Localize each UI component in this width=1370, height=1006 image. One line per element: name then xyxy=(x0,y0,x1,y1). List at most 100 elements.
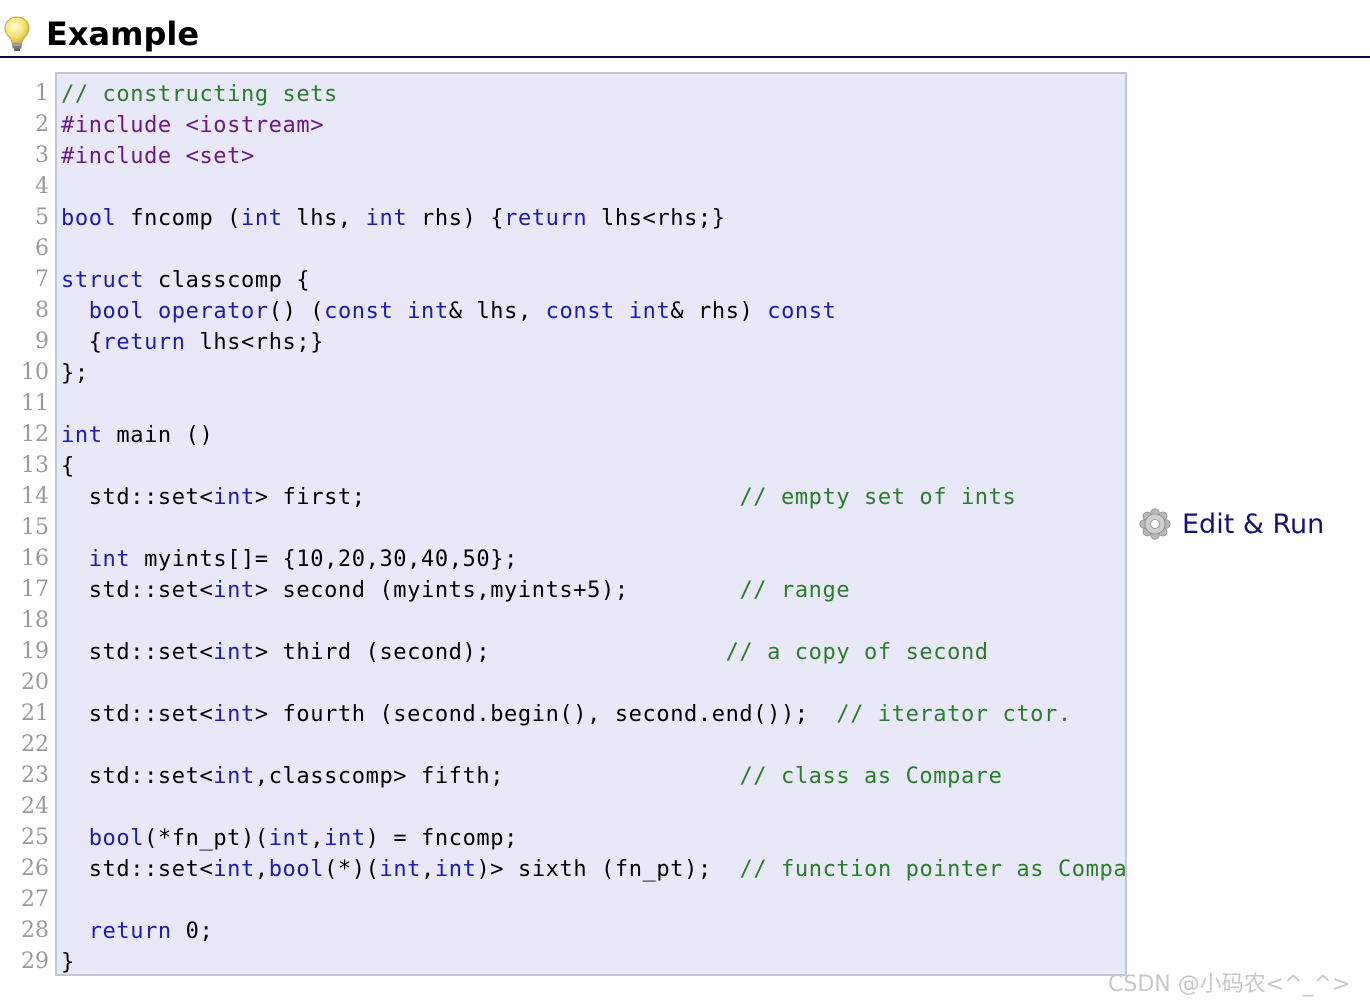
code-token: ,classcomp> fifth; xyxy=(254,764,740,789)
code-token: // a copy of second xyxy=(725,640,989,665)
code-token: std::set< xyxy=(61,640,214,665)
line-number: 25 xyxy=(21,825,49,850)
code-token: (*)( xyxy=(324,857,380,882)
code-token: // iterator ctor. xyxy=(836,702,1072,727)
line-number: 4 xyxy=(35,174,49,199)
line-number: 3 xyxy=(35,143,49,168)
code-token: } xyxy=(61,950,75,975)
code-token: lhs<rhs;} xyxy=(185,330,325,355)
code-token: // range xyxy=(739,578,851,603)
code-token: int xyxy=(213,485,255,510)
code-line: // constructing sets xyxy=(61,79,1125,110)
line-number: 8 xyxy=(35,298,49,323)
code-token: int xyxy=(324,826,366,851)
line-number: 21 xyxy=(21,701,49,726)
line-number: 12 xyxy=(21,422,49,447)
code-token: // empty set of ints xyxy=(739,485,1017,510)
code-token: myints[]= {10,20,30,40,50}; xyxy=(130,547,518,572)
code-token: return xyxy=(88,919,172,944)
line-number: 5 xyxy=(35,205,49,230)
line-number: 20 xyxy=(21,670,49,695)
code-token: // function pointer as Compare xyxy=(739,857,1127,882)
code-token: { xyxy=(61,330,103,355)
code-line: std::set<int> second (myints,myints+5); … xyxy=(61,575,1125,606)
code-line: std::set<int> first; // empty set of int… xyxy=(61,482,1125,513)
code-token: return xyxy=(102,330,186,355)
code-token: std::set< xyxy=(61,857,214,882)
code-token: , xyxy=(421,857,435,882)
code-line: bool fncomp (int lhs, int rhs) {return l… xyxy=(61,203,1125,234)
code-token: (*fn_pt)( xyxy=(144,826,269,851)
edit-run-label: Edit & Run xyxy=(1182,508,1325,540)
lightbulb-icon xyxy=(4,16,30,51)
code-line: std::set<int> fourth (second.begin(), se… xyxy=(61,699,1125,730)
watermark: CSDN @小码农<^_^> xyxy=(1108,972,1351,997)
line-number: 23 xyxy=(21,763,49,788)
line-number: 17 xyxy=(21,577,49,602)
code-token: int xyxy=(213,578,255,603)
line-number: 28 xyxy=(21,918,49,943)
code-token: bool xyxy=(88,299,145,324)
code-token: rhs) { xyxy=(407,206,505,231)
code-token: > fourth (second.begin(), second.end()); xyxy=(254,702,837,727)
line-number: 13 xyxy=(21,453,49,478)
code-token: std::set< xyxy=(61,485,214,510)
line-number: 15 xyxy=(21,515,49,540)
code-token: > third (second); xyxy=(254,640,726,665)
edit-run-button[interactable]: Edit & Run xyxy=(1138,506,1324,542)
code-token: bool xyxy=(88,826,145,851)
code-token: #include <iostream> xyxy=(61,113,325,138)
code-token: const xyxy=(767,299,837,324)
code-token: #include <set> xyxy=(61,144,255,169)
page-title: Example xyxy=(46,15,200,53)
code-line: int main () xyxy=(61,420,1125,451)
line-number: 16 xyxy=(21,546,49,571)
code-token: int xyxy=(434,857,477,882)
code-token: int xyxy=(213,640,255,665)
code-token: const xyxy=(324,299,394,324)
line-number: 9 xyxy=(35,329,49,354)
code-token: bool xyxy=(61,206,117,231)
code-token: bool xyxy=(268,857,325,882)
code-line: int myints[]= {10,20,30,40,50}; xyxy=(61,544,1125,575)
code-token: operator xyxy=(157,299,269,324)
code-token: main () xyxy=(102,423,214,448)
code-token: { xyxy=(61,454,75,479)
line-number: 1 xyxy=(35,81,49,106)
line-number: 11 xyxy=(21,391,49,416)
line-number: 26 xyxy=(21,856,49,881)
code-line: bool(*fn_pt)(int,int) = fncomp; xyxy=(61,823,1125,854)
code-token: std::set< xyxy=(61,764,214,789)
code-token: int xyxy=(241,206,283,231)
code-line: return 0; xyxy=(61,916,1125,947)
code-token: int xyxy=(407,299,449,324)
line-number: 27 xyxy=(21,887,49,912)
example-header: Example xyxy=(0,0,1370,58)
code-token: return xyxy=(504,206,588,231)
code-token: int xyxy=(88,547,131,572)
line-number: 7 xyxy=(35,267,49,292)
code-token: & lhs, xyxy=(448,299,546,324)
code-token: int xyxy=(213,857,255,882)
line-number: 18 xyxy=(21,608,49,633)
code-token: , xyxy=(254,857,269,882)
code-token: int xyxy=(628,299,671,324)
code-line: { xyxy=(61,451,1125,482)
code-token: classcomp { xyxy=(144,268,311,293)
code-line: bool operator() (const int& lhs, const i… xyxy=(61,296,1125,327)
code-line: std::set<int> third (second); // a copy … xyxy=(61,637,1125,668)
code-token: }; xyxy=(61,361,89,386)
code-token: int xyxy=(213,764,255,789)
code-lines: // constructing sets #include <iostream> #… xyxy=(61,79,1127,975)
code-line: struct classcomp { xyxy=(61,265,1125,296)
code-token: lhs<rhs;} xyxy=(587,206,726,231)
code-line: }; xyxy=(61,358,1125,389)
